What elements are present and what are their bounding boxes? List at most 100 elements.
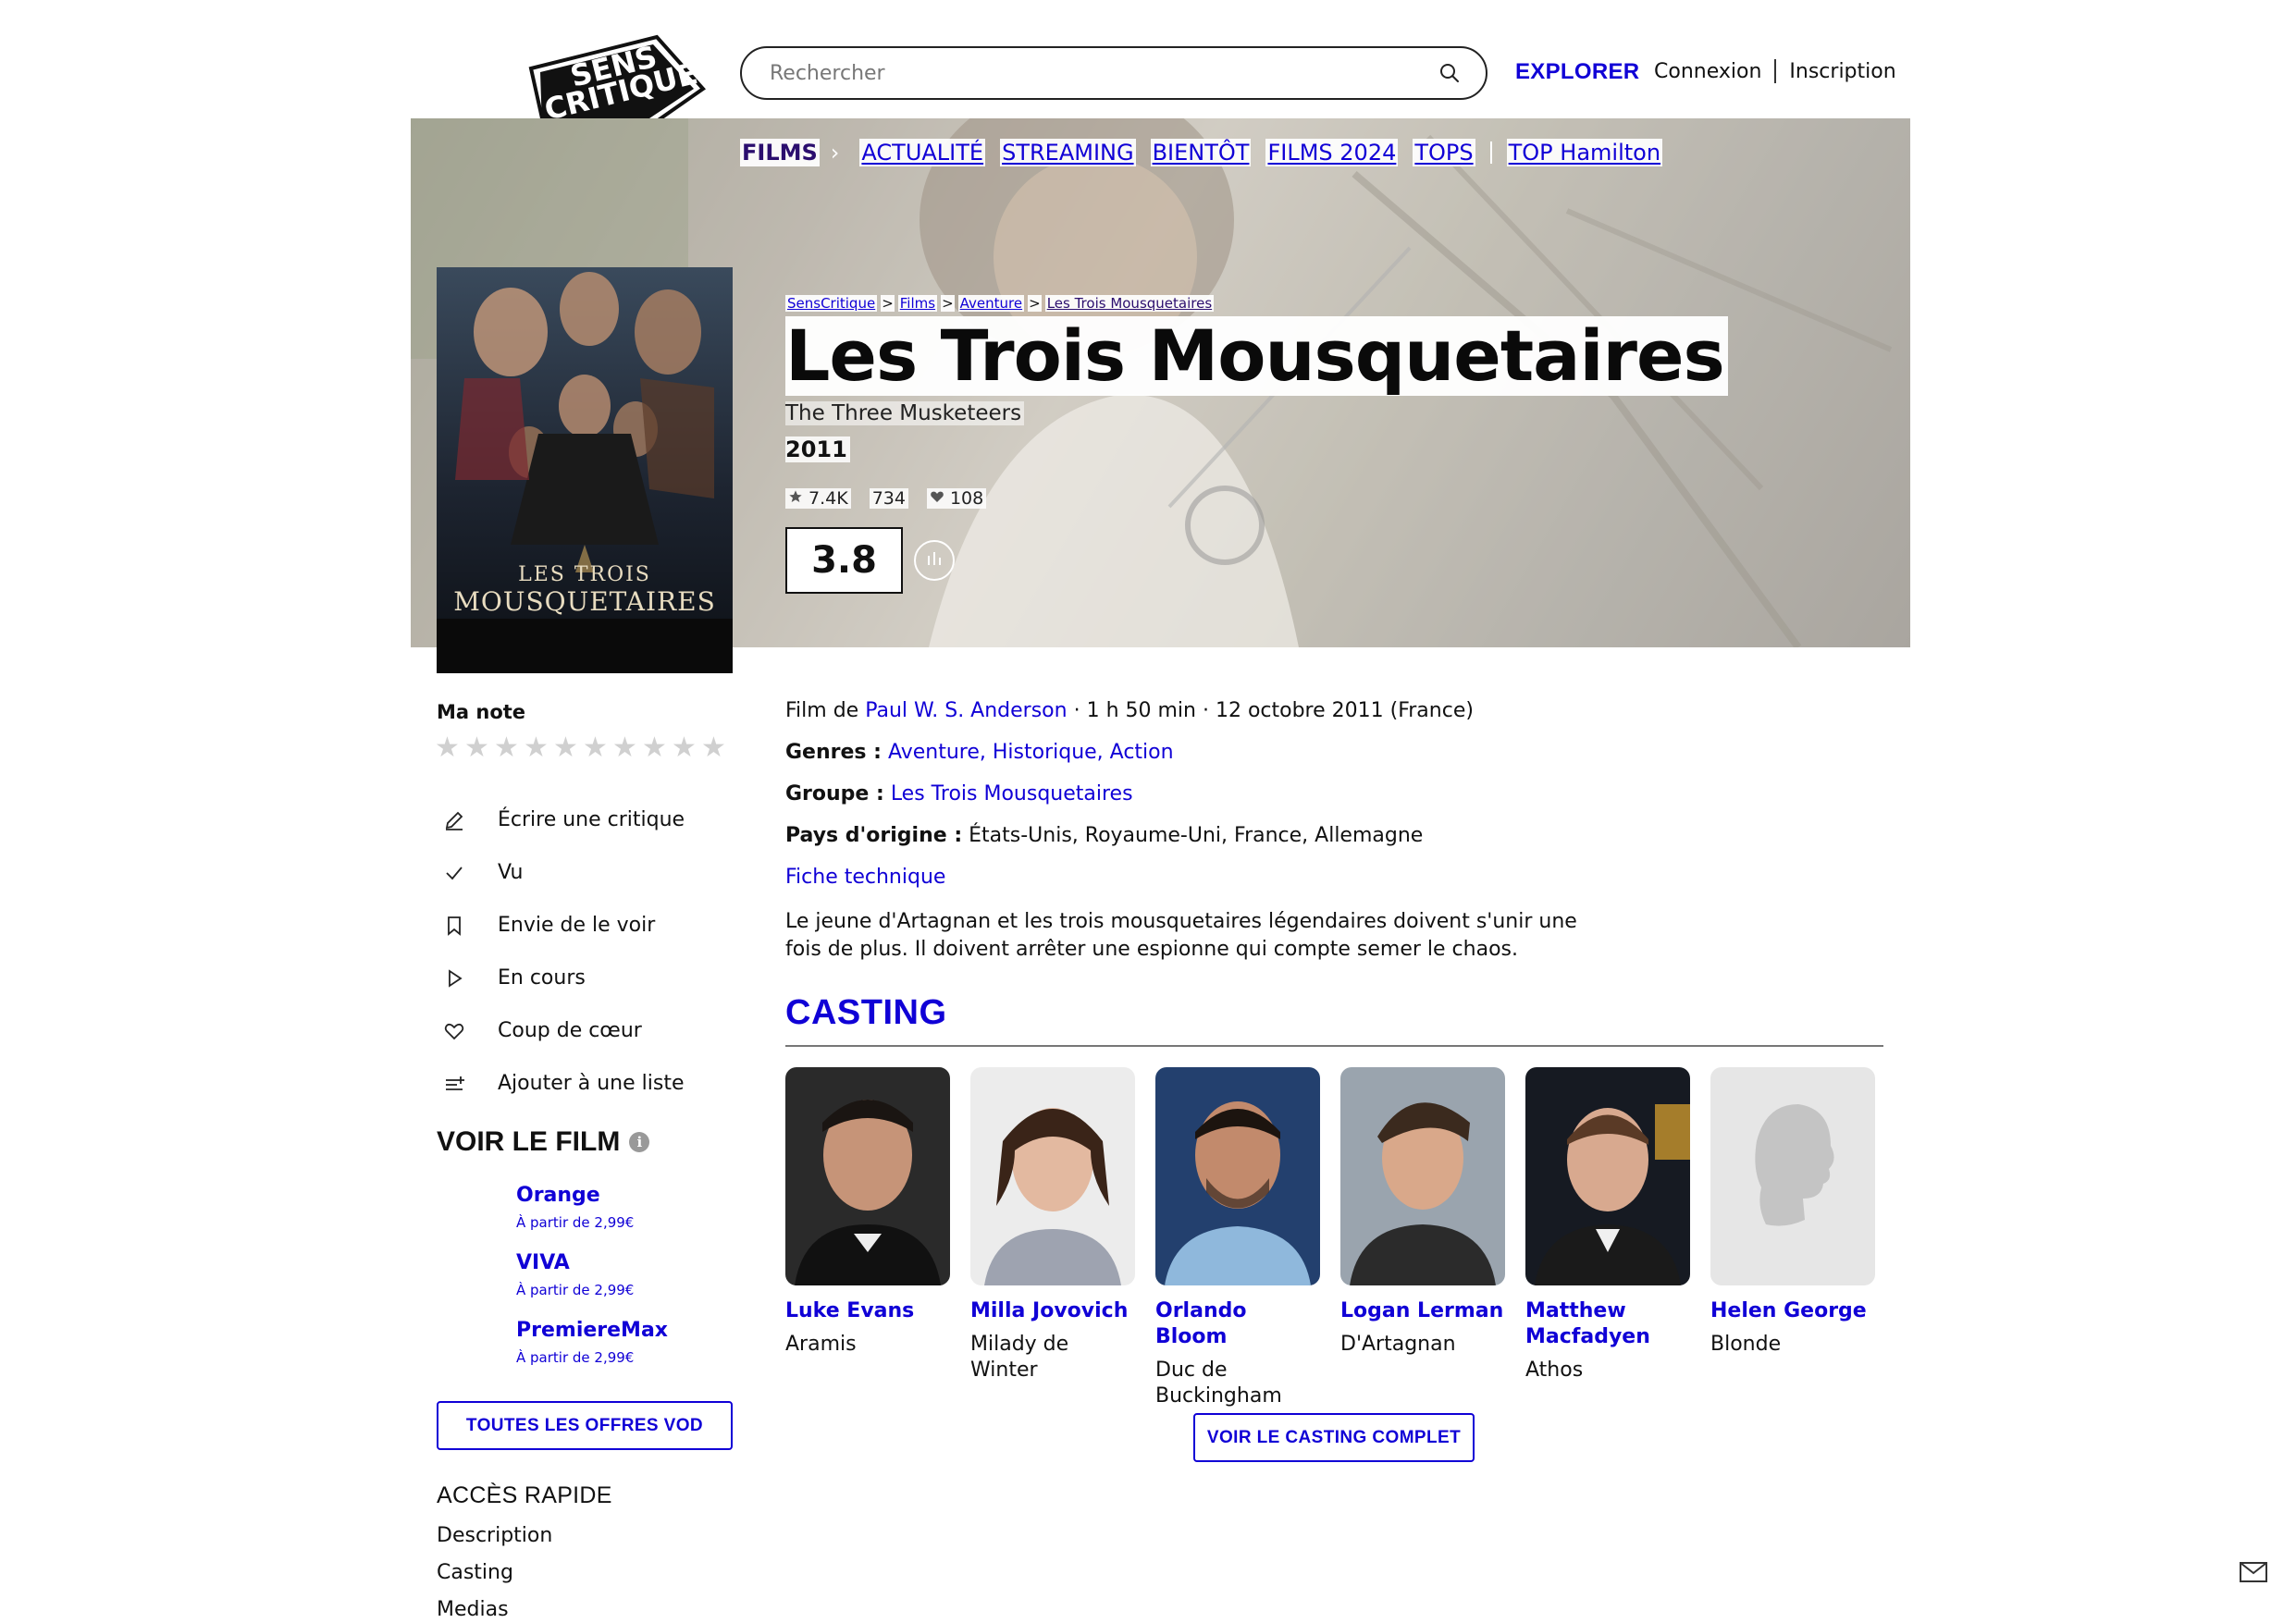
search-bar[interactable] bbox=[740, 46, 1487, 100]
category-nav: FILMS › ACTUALITÉ STREAMING BIENTÔT FILM… bbox=[740, 139, 1663, 166]
rating-star-icon[interactable]: ★ bbox=[553, 734, 579, 762]
full-cast-button[interactable]: VOIR LE CASTING COMPLET bbox=[1193, 1413, 1475, 1462]
rating-star-icon[interactable]: ★ bbox=[642, 734, 668, 762]
my-rating-label: Ma note bbox=[437, 701, 526, 723]
nav-bientot[interactable]: BIENTÔT bbox=[1150, 139, 1252, 166]
cast-card[interactable]: Orlando Bloom Duc de Buckingham bbox=[1155, 1067, 1320, 1409]
all-vod-offers-button[interactable]: TOUTES LES OFFRES VOD bbox=[437, 1401, 733, 1450]
group-link[interactable]: Les Trois Mousquetaires bbox=[891, 782, 1133, 805]
add-to-list-action[interactable]: Ajouter à une liste bbox=[442, 1057, 685, 1110]
actor-name[interactable]: Matthew Macfadyen bbox=[1525, 1298, 1690, 1350]
actor-photo[interactable] bbox=[785, 1067, 950, 1285]
rating-star-icon[interactable]: ★ bbox=[612, 734, 638, 762]
action-list: Écrire une critique Vu Envie de le voir … bbox=[442, 793, 685, 1110]
pencil-icon bbox=[442, 808, 466, 832]
rating-star-icon[interactable]: ★ bbox=[583, 734, 609, 762]
actor-name[interactable]: Logan Lerman bbox=[1340, 1298, 1505, 1324]
quick-access-item[interactable]: Description bbox=[437, 1524, 552, 1561]
wishlist-action[interactable]: Envie de le voir bbox=[442, 899, 685, 952]
movie-details: Film de Paul W. S. Anderson · 1 h 50 min… bbox=[785, 699, 1474, 907]
nav-films-2024[interactable]: FILMS 2024 bbox=[1265, 139, 1399, 166]
breadcrumb-aventure[interactable]: Aventure bbox=[957, 295, 1025, 312]
country-line: Pays d'origine : États-Unis, Royaume-Uni… bbox=[785, 824, 1424, 847]
likes-count: 108 bbox=[926, 488, 987, 509]
actor-name[interactable]: Luke Evans bbox=[785, 1298, 950, 1324]
actor-role: D'Artagnan bbox=[1340, 1333, 1456, 1356]
rating-star-icon[interactable]: ★ bbox=[524, 734, 549, 762]
signup-link[interactable]: Inscription bbox=[1789, 60, 1895, 83]
heart-icon bbox=[930, 488, 944, 509]
chevron-right-icon: › bbox=[830, 140, 840, 166]
auth-links: Connexion Inscription bbox=[1654, 59, 1896, 83]
group-line: Groupe : Les Trois Mousquetaires bbox=[785, 782, 1133, 805]
cast-card[interactable]: Luke Evans Aramis bbox=[785, 1067, 950, 1409]
synopsis: Le jeune d'Artagnan et les trois mousque… bbox=[785, 910, 1577, 961]
genres-links[interactable]: Aventure, Historique, Action bbox=[888, 741, 1174, 764]
original-title: The Three Musketeers bbox=[785, 401, 1025, 425]
mail-icon[interactable] bbox=[2239, 1561, 2268, 1583]
rating-star-icon[interactable]: ★ bbox=[494, 734, 520, 762]
breadcrumb: SensCritique > Films > Aventure > Les Tr… bbox=[785, 295, 1215, 312]
actor-role: Aramis bbox=[785, 1333, 857, 1356]
cast-card[interactable]: Logan Lerman D'Artagnan bbox=[1340, 1067, 1505, 1409]
average-rating: 3.8 bbox=[785, 527, 903, 594]
quick-access-item[interactable]: Casting bbox=[437, 1561, 552, 1598]
rating-star-icon[interactable]: ★ bbox=[672, 734, 697, 762]
nav-films[interactable]: FILMS bbox=[740, 139, 820, 166]
casting-title: CASTING bbox=[785, 993, 947, 1032]
quick-access-item[interactable]: Medias bbox=[437, 1598, 552, 1623]
nav-top-hamilton[interactable]: TOP Hamilton bbox=[1506, 139, 1663, 166]
list-add-icon bbox=[442, 1072, 466, 1096]
login-link[interactable]: Connexion bbox=[1654, 60, 1761, 83]
info-icon[interactable]: i bbox=[629, 1132, 650, 1152]
favorite-action[interactable]: Coup de cœur bbox=[442, 1004, 685, 1057]
director-link[interactable]: Paul W. S. Anderson bbox=[865, 699, 1067, 722]
director-line: Film de Paul W. S. Anderson · 1 h 50 min… bbox=[785, 699, 1474, 722]
nav-tops[interactable]: TOPS bbox=[1413, 139, 1475, 166]
vod-offer[interactable]: PremiereMax À partir de 2,99€ bbox=[516, 1319, 668, 1366]
breadcrumb-separator: > bbox=[881, 295, 895, 312]
watch-section-title: VOIR LE FILM i bbox=[437, 1126, 650, 1158]
rating-star-icon[interactable]: ★ bbox=[701, 734, 727, 762]
breadcrumb-current[interactable]: Les Trois Mousquetaires bbox=[1044, 295, 1215, 312]
actor-photo-placeholder[interactable] bbox=[1710, 1067, 1875, 1285]
search-icon[interactable] bbox=[1438, 61, 1462, 85]
release-year: 2011 bbox=[785, 436, 850, 462]
actor-photo[interactable] bbox=[970, 1067, 1135, 1285]
cast-card[interactable]: Matthew Macfadyen Athos bbox=[1525, 1067, 1690, 1409]
bookmark-icon bbox=[442, 914, 466, 938]
nav-streaming[interactable]: STREAMING bbox=[1000, 139, 1136, 166]
seen-action[interactable]: Vu bbox=[442, 846, 685, 899]
explore-link[interactable]: EXPLORER bbox=[1515, 59, 1639, 85]
vod-offer[interactable]: Orange À partir de 2,99€ bbox=[516, 1184, 668, 1231]
movie-poster[interactable]: LES TROIS MOUSQUETAIRES bbox=[437, 267, 733, 673]
actor-photo[interactable] bbox=[1155, 1067, 1320, 1285]
actor-name[interactable]: Helen George bbox=[1710, 1298, 1875, 1324]
actor-role: Duc de Buckingham bbox=[1155, 1359, 1282, 1408]
write-review-action[interactable]: Écrire une critique bbox=[442, 793, 685, 846]
tech-sheet-line: Fiche technique bbox=[785, 866, 1474, 907]
my-rating-stars[interactable]: ★ ★ ★ ★ ★ ★ ★ ★ ★ ★ bbox=[435, 734, 727, 762]
breadcrumb-senscritique[interactable]: SensCritique bbox=[785, 295, 878, 312]
nav-actualite[interactable]: ACTUALITÉ bbox=[859, 139, 986, 166]
actor-role: Blonde bbox=[1710, 1333, 1782, 1356]
rating-distribution-button[interactable] bbox=[914, 540, 955, 581]
vod-offer[interactable]: VIVA À partir de 2,99€ bbox=[516, 1251, 668, 1298]
cast-card[interactable]: Milla Jovovich Milady de Winter bbox=[970, 1067, 1135, 1409]
divider bbox=[785, 1045, 1883, 1047]
cast-card[interactable]: Helen George Blonde bbox=[1710, 1067, 1875, 1409]
actor-name[interactable]: Milla Jovovich bbox=[970, 1298, 1135, 1324]
breadcrumb-films[interactable]: Films bbox=[897, 295, 938, 312]
actor-name[interactable]: Orlando Bloom bbox=[1155, 1298, 1320, 1350]
quick-access-list: Description Casting Medias bbox=[437, 1524, 552, 1623]
play-icon bbox=[442, 966, 466, 990]
in-progress-action[interactable]: En cours bbox=[442, 952, 685, 1004]
search-input[interactable] bbox=[770, 61, 1438, 85]
bar-chart-icon bbox=[924, 548, 944, 572]
divider bbox=[1774, 59, 1777, 83]
rating-star-icon[interactable]: ★ bbox=[464, 734, 490, 762]
actor-photo[interactable] bbox=[1525, 1067, 1690, 1285]
rating-star-icon[interactable]: ★ bbox=[435, 734, 461, 762]
tech-sheet-link[interactable]: Fiche technique bbox=[785, 866, 945, 889]
actor-photo[interactable] bbox=[1340, 1067, 1505, 1285]
